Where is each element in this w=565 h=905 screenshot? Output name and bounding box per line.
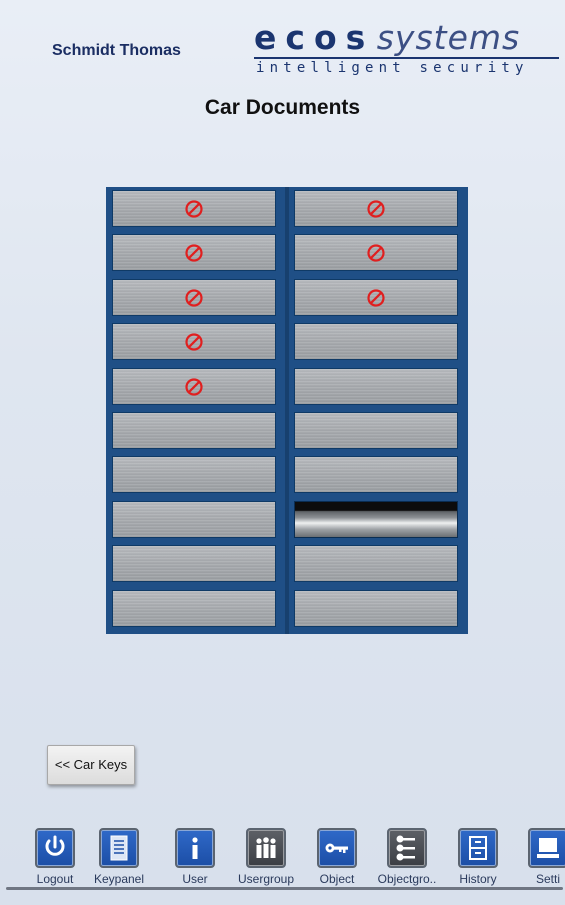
locker-compartment-left-6[interactable] (112, 412, 276, 449)
nav-scrollbar[interactable] (6, 887, 563, 890)
user-name: Schmidt Thomas (52, 42, 181, 59)
locker-compartment-left-8[interactable] (112, 501, 276, 538)
nav-label: Usergroup (237, 872, 295, 886)
no-access-icon (185, 377, 203, 396)
settings-icon (528, 828, 565, 868)
logo-word-systems: systems (376, 18, 521, 57)
logo-tagline: intelligent security (256, 60, 529, 76)
keys-icon (387, 828, 427, 868)
locker-compartment-right-9[interactable] (294, 545, 458, 582)
nav-label: Logout (36, 872, 74, 886)
no-access-icon (185, 243, 203, 262)
locker-compartment-left-2[interactable] (112, 234, 276, 271)
locker-divider (285, 187, 289, 634)
locker-compartment-right-5[interactable] (294, 368, 458, 405)
locker-compartment-left-1[interactable] (112, 190, 276, 227)
locker-compartment-left-5[interactable] (112, 368, 276, 405)
locker-compartment-left-10[interactable] (112, 590, 276, 627)
locker-compartment-right-8[interactable] (294, 501, 458, 538)
ecos-logo: ecos systems intelligent security (254, 18, 559, 76)
back-to-car-keys-button[interactable]: << Car Keys (47, 745, 135, 785)
page-title: Car Documents (204, 96, 361, 119)
no-access-icon (185, 332, 203, 351)
locker-compartment-right-6[interactable] (294, 412, 458, 449)
nav-label: Keypanel (93, 872, 145, 886)
locker-compartment-left-4[interactable] (112, 323, 276, 360)
locker-compartment-left-9[interactable] (112, 545, 276, 582)
key-icon (317, 828, 357, 868)
usergroup-icon (246, 828, 286, 868)
no-access-icon (185, 199, 203, 218)
locker-compartment-right-7[interactable] (294, 456, 458, 493)
nav-label: Objectgro.. (377, 872, 437, 886)
info-icon (175, 828, 215, 868)
keypanel-icon (99, 828, 139, 868)
nav-label: Object (319, 872, 355, 886)
no-access-icon (185, 288, 203, 307)
power-icon (35, 828, 75, 868)
locker-compartment-right-3[interactable] (294, 279, 458, 316)
locker-compartment-right-10[interactable] (294, 590, 458, 627)
no-access-icon (367, 243, 385, 262)
cabinet-icon (458, 828, 498, 868)
nav-label: History (459, 872, 497, 886)
locker-compartment-right-4[interactable] (294, 323, 458, 360)
nav-label: Setti (535, 872, 560, 886)
locker-compartment-left-7[interactable] (112, 456, 276, 493)
nav-label: User (182, 872, 208, 886)
logo-word: ecos (254, 18, 375, 57)
locker-compartment-right-2[interactable] (294, 234, 458, 271)
no-access-icon (367, 288, 385, 307)
locker-grid (106, 187, 468, 634)
logo-underline (254, 57, 559, 59)
locker-compartment-right-1[interactable] (294, 190, 458, 227)
locker-compartment-left-3[interactable] (112, 279, 276, 316)
no-access-icon (367, 199, 385, 218)
